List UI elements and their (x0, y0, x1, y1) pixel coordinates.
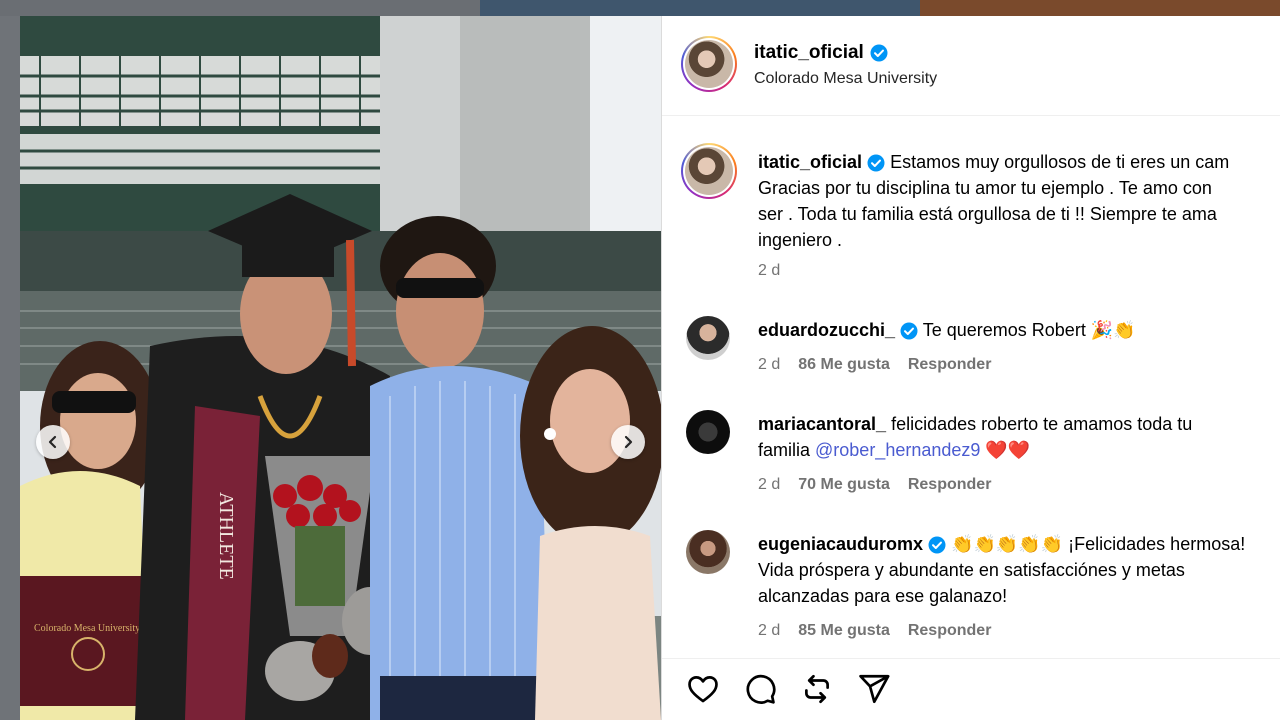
comment-text: ❤️❤️ (980, 440, 1031, 460)
verified-icon (900, 322, 918, 340)
comment-text: Vida próspera y abundante en satisfacció… (758, 560, 1185, 580)
background-strip (0, 0, 1280, 16)
verified-icon (928, 536, 946, 554)
reply-button[interactable]: Responder (908, 622, 992, 640)
background-left (0, 16, 20, 720)
comment-username[interactable]: mariacantoral_ (758, 414, 886, 434)
post-author: itatic_oficial (754, 42, 888, 64)
share-icon (859, 674, 890, 704)
repost-button[interactable] (799, 671, 835, 707)
heart-icon (688, 676, 718, 703)
comment: eugeniacauduromx 👏👏👏👏👏 ¡Felicidades herm… (758, 531, 1280, 609)
verified-icon (870, 44, 888, 62)
share-button[interactable] (856, 671, 892, 707)
comment-meta: 2 d 70 Me gusta Responder (758, 476, 991, 494)
comment-time[interactable]: 2 d (758, 622, 780, 640)
comment-likes[interactable]: 85 Me gusta (798, 622, 890, 640)
stole-text: ATHLETE (215, 492, 237, 580)
verified-icon (867, 154, 885, 172)
comment-username[interactable]: eugeniacauduromx (758, 534, 923, 554)
caption-text-line: ser . Toda tu familia está orgullosa de … (758, 204, 1217, 224)
comment-likes[interactable]: 86 Me gusta (798, 356, 890, 374)
caption: itatic_oficial Estamos muy orgullosos de… (758, 149, 1280, 253)
comment-text: 👏👏👏👏👏 ¡Felicidades hermosa! (951, 534, 1246, 554)
caption-avatar[interactable] (681, 143, 737, 199)
comment-likes[interactable]: 70 Me gusta (798, 476, 890, 494)
caption-text-line: Estamos muy orgullosos de ti eres un cam (890, 152, 1230, 172)
comment-meta: 2 d 86 Me gusta Responder (758, 356, 991, 374)
next-photo-button[interactable] (611, 425, 645, 459)
comment: mariacantoral_ felicidades roberto te am… (758, 411, 1280, 463)
comment-text: Te queremos Robert 🎉👏 (922, 320, 1136, 340)
post-header: itatic_oficial Colorado Mesa University (662, 16, 1280, 116)
post-location[interactable]: Colorado Mesa University (754, 70, 937, 88)
mention-link[interactable]: @rober_hernandez9 (815, 440, 980, 460)
comment-avatar[interactable] (686, 530, 730, 574)
comment-button[interactable] (742, 671, 778, 707)
caption-text-line: Gracias por tu disciplina tu amor tu eje… (758, 178, 1212, 198)
comments-list[interactable]: itatic_oficial Estamos muy orgullosos de… (662, 116, 1280, 658)
diploma-text: Colorado Mesa University (34, 623, 140, 634)
like-button[interactable] (685, 671, 721, 707)
reply-button[interactable]: Responder (908, 356, 992, 374)
comment-time[interactable]: 2 d (758, 356, 780, 374)
comment-icon (746, 674, 776, 704)
comment: eduardozucchi_ Te queremos Robert 🎉👏 (758, 317, 1280, 343)
comment-time[interactable]: 2 d (758, 476, 780, 494)
chevron-left-icon (48, 435, 57, 449)
comment-username[interactable]: eduardozucchi_ (758, 320, 895, 340)
reply-button[interactable]: Responder (908, 476, 992, 494)
previous-photo-button[interactable] (36, 425, 70, 459)
comment-text: felicidades roberto te amamos toda tu (891, 414, 1193, 434)
graduation-photo: Colorado Mesa University ATHLETE (20, 16, 661, 720)
repost-icon (805, 674, 829, 704)
comment-meta: 2 d 85 Me gusta Responder (758, 622, 991, 640)
comment-avatar[interactable] (686, 316, 730, 360)
caption-username[interactable]: itatic_oficial (758, 152, 862, 172)
comment-avatar[interactable] (686, 410, 730, 454)
caption-time[interactable]: 2 d (758, 262, 780, 280)
comment-text: familia (758, 440, 816, 460)
caption-text-line: ingeniero . (758, 230, 843, 250)
post-actions-bar (662, 658, 1280, 720)
app-window: Colorado Mesa University ATHLETE itatic_… (0, 0, 1280, 720)
chevron-right-icon (624, 435, 633, 449)
post-details-panel: itatic_oficial Colorado Mesa University … (661, 16, 1280, 720)
author-username[interactable]: itatic_oficial (754, 42, 864, 64)
avatar[interactable] (681, 36, 737, 92)
caption-meta: 2 d (758, 262, 780, 280)
comment-text: alcanzadas para ese galanazo! (758, 586, 1008, 606)
post-photo: Colorado Mesa University ATHLETE (20, 16, 661, 720)
